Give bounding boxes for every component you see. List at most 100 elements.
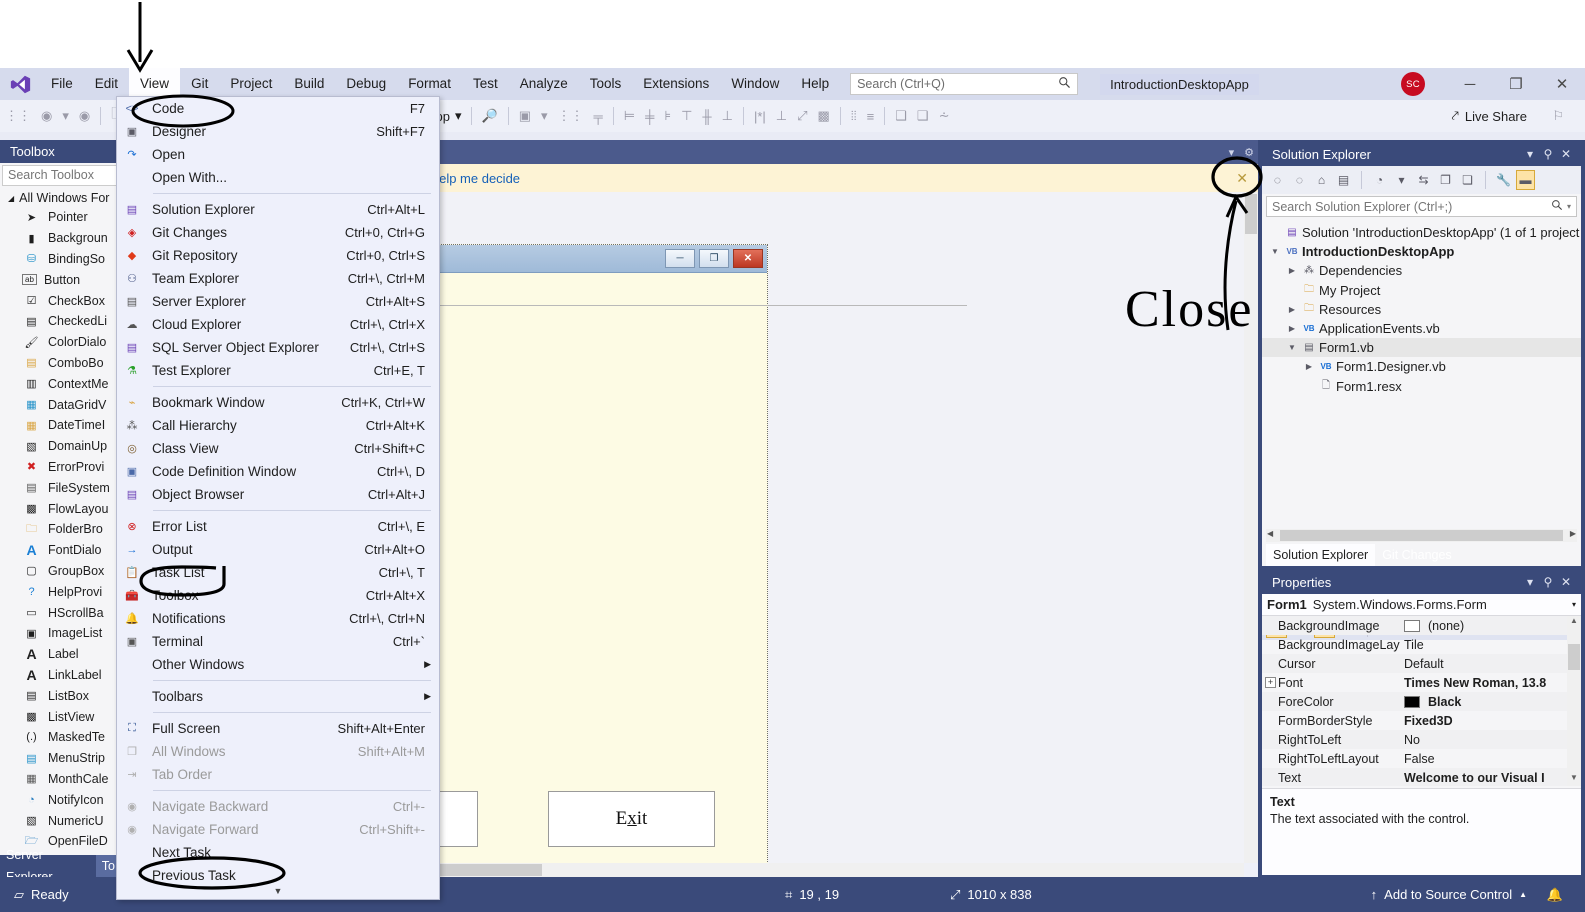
expander-icon[interactable]: ▼ [1268,247,1282,256]
toolbox-item-colordialo[interactable]: 🖌 ColorDialo [0,332,121,353]
navigate-forward-icon[interactable]: ◉ [74,100,95,132]
toolbox-item-button[interactable]: ab Button [0,269,121,290]
toolbox-item-helpprovi[interactable]: ? HelpProvi [0,581,121,602]
select-caret-icon[interactable]: ▾ [536,100,553,132]
align-tops-icon[interactable]: ╤ [589,100,608,132]
tab-git-changes[interactable]: Git Changes [1375,544,1458,566]
panel-dropdown-icon[interactable]: ▾ [1521,147,1539,161]
view-menu-item-call-hierarchy[interactable]: ⁂ Call Hierarchy Ctrl+Alt+K [117,414,439,437]
menu-help[interactable]: Help [790,68,840,100]
add-to-source-control-button[interactable]: ↑ Add to Source Control ▲ [1371,887,1527,902]
solution-explorer-icon[interactable]: ▤ [1334,170,1353,190]
toolbox-item-datagridv[interactable]: ▦ DataGridV [0,394,121,415]
expander-icon[interactable]: ▶ [1302,362,1316,371]
form-minimize-button[interactable]: ─ [665,249,695,268]
back-icon[interactable]: ◌ [1268,170,1287,190]
chevron-down-icon[interactable]: ▾ [1572,600,1576,609]
properties-toggle-icon[interactable]: ▬ [1516,170,1535,190]
view-menu-item-team-explorer[interactable]: ⚇ Team Explorer Ctrl+\, Ctrl+M [117,267,439,290]
hot-reload-icon[interactable]: 🔎 [477,100,503,132]
expand-property-icon[interactable]: + [1265,677,1276,688]
menu-scroll-down-icon[interactable]: ▼ [117,886,439,899]
solution-explorer-hscrollbar[interactable]: ◀ ▶ [1266,529,1577,542]
menu-window[interactable]: Window [720,68,790,100]
view-menu-item-task-list[interactable]: 📋 Task List Ctrl+\, T [117,561,439,584]
align-bottoms-icon[interactable]: ⊥ [717,100,738,132]
property-row[interactable]: Text Welcome to our Visual I [1262,768,1581,786]
solution-tree-item[interactable]: ▼ VB IntroductionDesktopApp [1262,242,1581,261]
size-to-grid-icon[interactable]: ▩ [813,100,835,132]
menu-tools[interactable]: Tools [579,68,633,100]
feedback-icon[interactable]: ⚐ [1547,100,1569,132]
expander-icon[interactable]: ▶ [1285,266,1299,275]
wrench-icon[interactable]: 🔧 [1494,170,1513,190]
minimize-button[interactable]: ─ [1447,68,1493,100]
pin-icon-props[interactable]: ⚲ [1539,575,1557,589]
property-row[interactable]: BackgroundImage (none) [1262,616,1581,635]
horizontal-spacing-icon[interactable]: ⦙⦙ [846,100,862,132]
solution-tree-item[interactable]: 🗀 My Project [1262,281,1581,300]
make-same-height-icon[interactable]: ⊥ [771,100,792,132]
align-top-edges-icon[interactable]: ⊤ [676,100,697,132]
scroll-up-arrow-icon[interactable]: ▲ [1567,616,1581,629]
toolbox-item-listbox[interactable]: ▤ ListBox [0,685,121,706]
scroll-left-arrow-icon[interactable]: ◀ [1267,529,1273,538]
property-value[interactable]: False [1400,752,1581,766]
toolbox-item-notifyicon[interactable]: ◔ NotifyIcon [0,789,121,810]
view-menu-item-toolbars[interactable]: Toolbars ▶ [117,685,439,708]
close-icon[interactable]: ✕ [1236,170,1248,187]
view-menu-item-full-screen[interactable]: ⛶ Full Screen Shift+Alt+Enter [117,717,439,740]
close-icon-props[interactable]: ✕ [1557,575,1575,589]
toolbox-item-checkedli[interactable]: ▤ CheckedLi [0,311,121,332]
property-row[interactable]: Cursor Default [1262,654,1581,673]
view-menu-item-terminal[interactable]: ▣ Terminal Ctrl+` [117,630,439,653]
view-menu-item-object-browser[interactable]: ▤ Object Browser Ctrl+Alt+J [117,483,439,506]
tabstrip-dropdown-icon[interactable]: ▾ [1229,146,1235,159]
toolbox-item-pointer[interactable]: ➤ Pointer [0,207,121,228]
notification-help-link[interactable]: Help me decide [430,171,520,186]
property-value[interactable]: (none) [1400,619,1581,633]
toolbox-item-flowlayou[interactable]: ▩ FlowLayou [0,498,121,519]
toolbox-item-contextme[interactable]: ▥ ContextMe [0,373,121,394]
solution-explorer-search-input[interactable]: Search Solution Explorer (Ctrl+;) ▾ [1266,196,1577,217]
scroll-down-arrow-icon[interactable]: ▼ [1567,773,1581,786]
solution-tree-item[interactable]: ▶ VB ApplicationEvents.vb [1262,319,1581,338]
property-row[interactable]: BackgroundImageLayo Tile [1262,635,1581,654]
solution-tree-item[interactable]: 🗋 Form1.resx [1262,377,1581,396]
align-grid-icon[interactable]: ⋮⋮ [553,100,589,132]
close-icon[interactable]: ✕ [1557,147,1575,161]
gear-icon[interactable]: ⚙ [1244,146,1254,159]
toolbox-item-listview[interactable]: ▩ ListView [0,706,121,727]
view-menu-item-git-repository[interactable]: ◆ Git Repository Ctrl+0, Ctrl+S [117,244,439,267]
toolbox-item-groupbox[interactable]: ▢ GroupBox [0,561,121,582]
property-row[interactable]: RightToLeftLayout False [1262,749,1581,768]
property-value[interactable]: Welcome to our Visual I [1400,771,1581,785]
caret-up-icon[interactable]: ▲ [1519,890,1527,899]
scroll-right-arrow-icon[interactable]: ▶ [1570,529,1576,538]
select-icon[interactable]: ▣ [514,100,536,132]
scrollbar-thumb-se[interactable] [1280,530,1563,541]
menu-file[interactable]: File [40,68,84,100]
align-centers-icon[interactable]: ╪ [640,100,659,132]
toolbox-item-maskedte[interactable]: (.) MaskedTe [0,727,121,748]
menu-test[interactable]: Test [462,68,509,100]
make-same-size-icon[interactable]: ⤢ [792,100,812,132]
vertical-spacing-icon[interactable]: ≡ [862,100,880,132]
live-share-button[interactable]: ⤤ Live Share [1452,108,1527,124]
view-menu-item-toolbox[interactable]: 🧰 Toolbox Ctrl+Alt+X [117,584,439,607]
forward-icon[interactable]: ◌ [1290,170,1309,190]
solution-tree-item[interactable]: ▶ VB Form1.Designer.vb [1262,357,1581,376]
view-menu-item-solution-explorer[interactable]: ▤ Solution Explorer Ctrl+Alt+L [117,198,439,221]
property-row[interactable]: FormBorderStyle Fixed3D [1262,711,1581,730]
view-menu-item-test-explorer[interactable]: ⚗ Test Explorer Ctrl+E, T [117,359,439,382]
property-value[interactable]: Default [1400,657,1581,671]
view-menu-item-open-with[interactable]: Open With... [117,166,439,189]
close-window-button[interactable]: ✕ [1539,68,1585,100]
refresh-icon[interactable]: ❐ [1436,170,1455,190]
global-search-input[interactable]: Search (Ctrl+Q) [850,73,1079,95]
scrollbar-thumb[interactable] [1245,194,1257,234]
navigate-backward-icon[interactable]: ◉ [36,100,57,132]
property-value[interactable]: Tile [1400,638,1581,652]
align-rights-icon[interactable]: ⊧ [659,100,676,132]
property-value[interactable]: No [1400,733,1581,747]
